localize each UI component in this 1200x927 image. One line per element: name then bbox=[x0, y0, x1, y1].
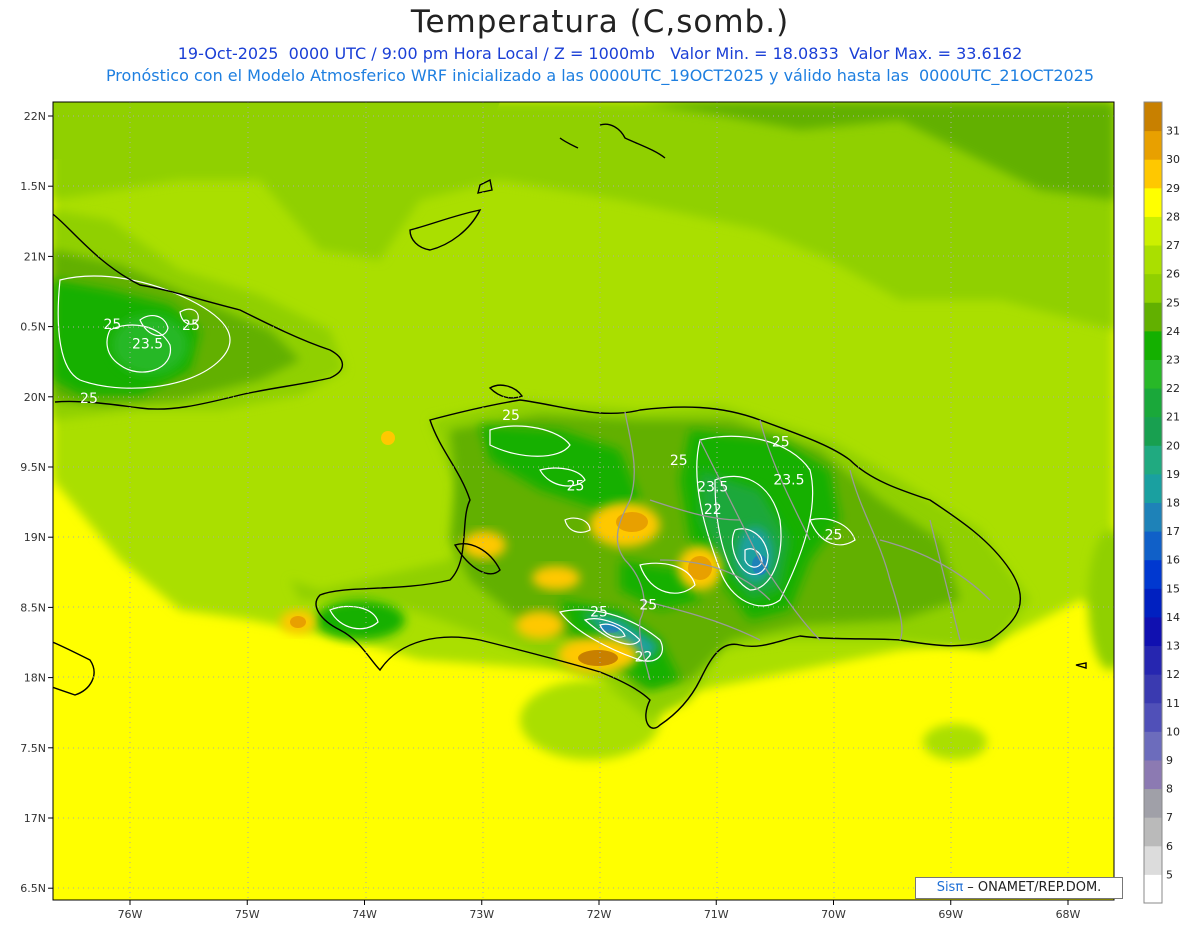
x-tick-label: 76W bbox=[118, 908, 143, 921]
colorbar-label: 30 bbox=[1166, 153, 1180, 166]
colorbar-swatch bbox=[1144, 731, 1162, 761]
contour-label: 25 bbox=[182, 318, 200, 334]
colorbar-swatch bbox=[1144, 788, 1162, 818]
colorbar-swatch bbox=[1144, 388, 1162, 418]
colorbar-label: 26 bbox=[1166, 268, 1180, 281]
y-tick-label: 1.5N bbox=[20, 180, 46, 193]
colorbar-swatch bbox=[1144, 187, 1162, 217]
contour-label: 25 bbox=[670, 453, 688, 469]
colorbar-swatch bbox=[1144, 245, 1162, 275]
colorbar-swatch bbox=[1144, 616, 1162, 647]
colorbar-label: 20 bbox=[1166, 439, 1180, 452]
y-tick-label: 0.5N bbox=[20, 321, 46, 334]
colorbar-swatch bbox=[1144, 445, 1162, 475]
colorbar-label: 13 bbox=[1166, 640, 1180, 653]
colorbar-swatch bbox=[1144, 502, 1162, 532]
colorbar-swatch bbox=[1144, 845, 1162, 875]
y-tick-label: 20N bbox=[24, 391, 46, 404]
colorbar-label: 11 bbox=[1166, 697, 1180, 710]
x-tick-label: 73W bbox=[469, 908, 494, 921]
contour-label: 25 bbox=[502, 408, 520, 424]
x-tick-label: 74W bbox=[352, 908, 377, 921]
x-tick-label: 75W bbox=[235, 908, 260, 921]
colorbar-label: 23 bbox=[1166, 353, 1180, 366]
contour-label: 23.5 bbox=[132, 336, 163, 352]
colorbar-swatch bbox=[1144, 702, 1162, 732]
colorbar-label: 8 bbox=[1166, 783, 1173, 796]
colorbar-swatch bbox=[1144, 330, 1162, 360]
colorbar-swatch bbox=[1144, 817, 1162, 847]
colorbar: 5 6 7 8 9 10 11 12 13 14 15 16 17 18 19 20 21 22 23 24 25 26 2… bbox=[1143, 101, 1180, 904]
contour-label: 22 bbox=[704, 502, 722, 518]
y-tick-label: 7.5N bbox=[20, 742, 46, 755]
colorbar-label: 10 bbox=[1166, 725, 1180, 738]
colorbar-label: 25 bbox=[1166, 296, 1180, 309]
y-tick-label: 21N bbox=[24, 250, 46, 263]
y-tick-label: 6.5N bbox=[20, 882, 46, 895]
colorbar-label: 6 bbox=[1166, 840, 1173, 853]
y-tick-label: 19N bbox=[24, 531, 46, 544]
y-tick-label: 22N bbox=[24, 110, 46, 123]
temperature-map: 25 25 23.5 25 25 25 25 25 23.5 23.5 22 25 25 25 22 76W… bbox=[20, 101, 1180, 921]
colorbar-label: 14 bbox=[1166, 611, 1180, 624]
contour-label: 23.5 bbox=[697, 480, 728, 496]
x-tick-label: 72W bbox=[587, 908, 612, 921]
colorbar-label: 5 bbox=[1166, 868, 1173, 881]
contour-label: 25 bbox=[103, 317, 121, 333]
contour-label: 25 bbox=[590, 605, 608, 621]
colorbar-swatch bbox=[1144, 273, 1162, 303]
colorbar-label: 28 bbox=[1166, 210, 1180, 223]
contour-label: 22 bbox=[635, 650, 653, 666]
colorbar-label: 22 bbox=[1166, 382, 1180, 395]
colorbar-label: 16 bbox=[1166, 554, 1180, 567]
x-tick-label: 68W bbox=[1056, 908, 1081, 921]
colorbar-label: 24 bbox=[1166, 325, 1180, 338]
y-tick-label: 17N bbox=[24, 812, 46, 825]
colorbar-label: 12 bbox=[1166, 668, 1180, 681]
contour-label: 25 bbox=[772, 435, 790, 451]
colorbar-swatch bbox=[1144, 159, 1162, 189]
colorbar-label: 21 bbox=[1166, 411, 1180, 424]
contour-label: 25 bbox=[567, 478, 585, 494]
colorbar-swatch bbox=[1144, 359, 1162, 389]
y-tick-label: 18N bbox=[24, 672, 46, 685]
colorbar-label: 7 bbox=[1166, 811, 1173, 824]
y-tick-label: 9.5N bbox=[20, 461, 46, 474]
colorbar-label: 29 bbox=[1166, 182, 1180, 195]
colorbar-swatch bbox=[1144, 645, 1162, 675]
temperature-field: 25 25 23.5 25 25 25 25 25 23.5 23.5 22 25 25 25 22 bbox=[53, 102, 1114, 900]
x-tick-label: 70W bbox=[821, 908, 846, 921]
colorbar-swatch bbox=[1144, 874, 1162, 904]
colorbar-swatch bbox=[1144, 416, 1162, 446]
x-tick-label: 69W bbox=[938, 908, 963, 921]
colorbar-label: 18 bbox=[1166, 497, 1180, 510]
colorbar-swatch bbox=[1144, 559, 1162, 589]
colorbar-label: 9 bbox=[1166, 754, 1173, 767]
colorbar-swatch bbox=[1144, 216, 1162, 246]
sispi-logo: Sisπ bbox=[936, 880, 964, 895]
contour-label: 25 bbox=[80, 391, 98, 407]
contour-label: 25 bbox=[825, 527, 843, 543]
colorbar-label: 31 bbox=[1166, 125, 1180, 138]
colorbar-swatch bbox=[1144, 302, 1162, 332]
y-tick-label: 8.5N bbox=[20, 601, 46, 614]
credit-text: – ONAMET/REP.DOM. bbox=[963, 880, 1102, 895]
colorbar-swatch bbox=[1144, 674, 1162, 704]
colorbar-swatch bbox=[1144, 102, 1162, 132]
colorbar-label: 27 bbox=[1166, 239, 1180, 252]
contour-label: 25 bbox=[639, 598, 657, 614]
x-tick-label: 71W bbox=[704, 908, 729, 921]
colorbar-label: 15 bbox=[1166, 582, 1180, 595]
colorbar-swatch bbox=[1144, 588, 1162, 618]
colorbar-swatch bbox=[1144, 759, 1162, 790]
contour-label: 23.5 bbox=[773, 473, 804, 489]
colorbar-swatch bbox=[1144, 473, 1162, 503]
colorbar-swatch bbox=[1144, 531, 1162, 561]
colorbar-swatch bbox=[1144, 130, 1162, 160]
colorbar-label: 17 bbox=[1166, 525, 1180, 538]
colorbar-label: 19 bbox=[1166, 468, 1180, 481]
credit-box: Sisπ – ONAMET/REP.DOM. bbox=[915, 877, 1123, 899]
